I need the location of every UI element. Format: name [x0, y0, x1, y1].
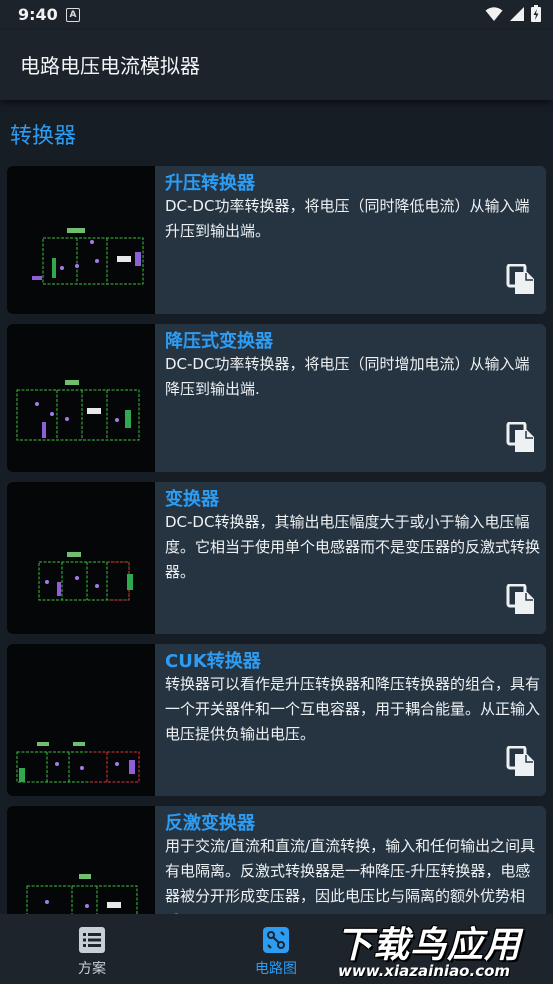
card-cuk-converter[interactable]: CUK转换器 转换器可以看作是升压转换器和降压转换器的组合，具有一个开关器件和一… [7, 644, 546, 796]
copy-icon[interactable] [506, 746, 536, 778]
list-icon [79, 927, 105, 953]
card-title: 升压转换器 [165, 173, 255, 194]
copy-icon[interactable] [506, 422, 536, 454]
card-flyback-converter[interactable]: 反激变换器 用于交流/直流和直流/直流转换，输入和任何输出之间具有电隔离。反激式… [7, 806, 546, 914]
card-title: 反激变换器 [165, 813, 255, 834]
card-title: 降压式变换器 [165, 331, 273, 352]
circuit-thumbnail [7, 482, 155, 634]
circuit-icon [263, 927, 289, 953]
status-icons [485, 5, 541, 22]
watermark-logo: 下载鸟应用 www.xiazainiao.com [330, 908, 553, 984]
card-description: DC-DC功率转换器，将电压（同时增加电流）从输入端降压到输出端. [165, 355, 530, 398]
nav-item-circuits[interactable]: 电路图 [226, 914, 326, 984]
card-title: 变换器 [165, 489, 219, 510]
watermark-text: 下载鸟应用 [336, 925, 522, 966]
status-time: 9:40 [18, 5, 58, 24]
circuit-thumbnail [7, 806, 155, 914]
converter-list[interactable]: 升压转换器 DC-DC功率转换器，将电压（同时降低电流）从输入端升压到输出端。 … [7, 166, 546, 914]
signal-icon [510, 6, 524, 21]
nav-label: 电路图 [255, 961, 297, 977]
copy-icon[interactable] [506, 584, 536, 616]
card-description: DC-DC功率转换器，将电压（同时降低电流）从输入端升压到输出端。 [165, 197, 530, 240]
card-description: 转换器可以看作是升压转换器和降压转换器的组合，具有一个开关器件和一个互电容器，用… [165, 675, 541, 743]
card-title: CUK转换器 [165, 651, 261, 672]
nav-item-schemes[interactable]: 方案 [42, 914, 142, 984]
section-title: 转换器 [10, 124, 77, 149]
card-boost-converter[interactable]: 升压转换器 DC-DC功率转换器，将电压（同时降低电流）从输入端升压到输出端。 [7, 166, 546, 314]
battery-icon [531, 5, 541, 22]
card-description: 用于交流/直流和直流/直流转换，输入和任何输出之间具有电隔离。反激式转换器是一种… [165, 837, 536, 914]
app-bar: 电路电压电流模拟器 [0, 30, 553, 100]
app-title: 电路电压电流模拟器 [20, 54, 200, 78]
wifi-icon [485, 6, 503, 21]
copy-icon[interactable] [506, 264, 536, 296]
card-description: DC-DC转换器，其输出电压幅度大于或小于输入电压幅度。它相当于使用单个电感器而… [165, 513, 541, 581]
watermark-url: www.xiazainiao.com [338, 962, 511, 980]
nav-label: 方案 [78, 961, 106, 977]
status-bar: 9:40 A [0, 0, 553, 30]
card-buck-boost-converter[interactable]: 变换器 DC-DC转换器，其输出电压幅度大于或小于输入电压幅度。它相当于使用单个… [7, 482, 546, 634]
card-buck-converter[interactable]: 降压式变换器 DC-DC功率转换器，将电压（同时增加电流）从输入端降压到输出端. [7, 324, 546, 472]
circuit-thumbnail [7, 166, 155, 314]
circuit-thumbnail [7, 324, 155, 472]
circuit-thumbnail [7, 644, 155, 796]
a-letter-icon: A [66, 8, 80, 22]
